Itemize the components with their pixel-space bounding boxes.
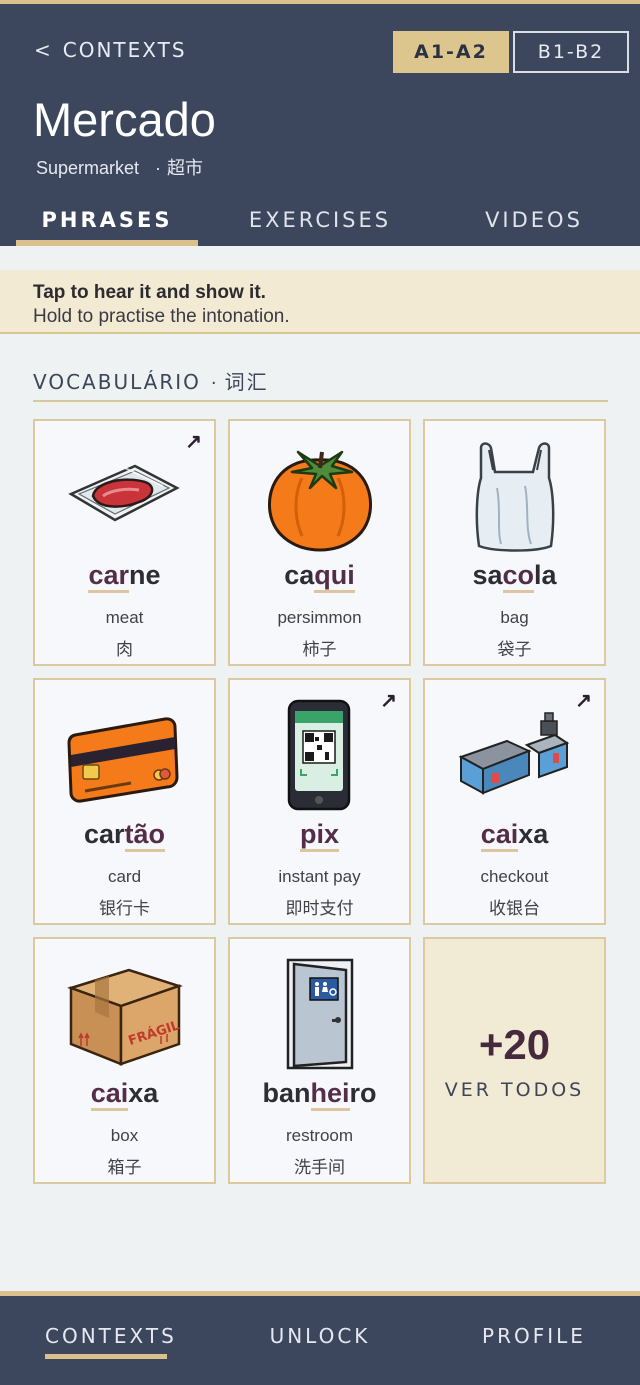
card-translation-zh: 收银台 — [489, 899, 540, 919]
stressed-syllable: hei — [310, 1078, 350, 1111]
nav-contexts[interactable]: CONTEXTS — [45, 1324, 174, 1348]
checkout-counter-icon — [425, 690, 604, 820]
section-title-separator: · — [210, 373, 219, 394]
phone-qr-icon — [230, 690, 409, 820]
card-translation-en: bag — [500, 608, 529, 627]
bottom-nav: CONTEXTS UNLOCK PROFILE — [0, 1291, 640, 1385]
card-translation-en: meat — [105, 608, 144, 627]
level-toggle: A1-A2 B1-B2 — [393, 31, 629, 73]
card-translation-zh: 即时支付 — [285, 899, 354, 919]
plastic-bag-icon — [425, 431, 604, 561]
card-translation-en: persimmon — [277, 608, 362, 627]
restroom-door-icon — [230, 949, 409, 1079]
card-word: pix — [230, 819, 409, 852]
vocab-card-caixa-checkout[interactable]: ↗ caixa checkout 收银台 — [423, 678, 606, 925]
level-a1-a2-button[interactable]: A1-A2 — [393, 31, 509, 73]
page-title: Mercado — [33, 93, 216, 146]
cardboard-box-icon: FRÁGIL — [35, 949, 214, 1079]
level-b1-b2-button[interactable]: B1-B2 — [513, 31, 629, 73]
card-translation-en: box — [110, 1126, 139, 1145]
stressed-syllable: car — [88, 560, 130, 593]
hint-secondary: Hold to practise the intonation. — [33, 306, 290, 327]
see-all-label: VER TODOS — [444, 1079, 585, 1101]
card-word: caqui — [230, 560, 409, 593]
card-translation-zh: 银行卡 — [99, 899, 150, 919]
vocab-card-cartao[interactable]: cartão card 银行卡 — [33, 678, 216, 925]
vocab-card-banheiro[interactable]: banheiro restroom 洗手间 — [228, 937, 411, 1184]
stressed-syllable: cai — [90, 1078, 129, 1111]
card-word: banheiro — [230, 1078, 409, 1111]
card-translation-zh: 箱子 — [107, 1158, 142, 1178]
nav-profile[interactable]: PROFILE — [473, 1324, 595, 1348]
credit-card-icon — [35, 690, 214, 820]
header: < CONTEXTS A1-A2 B1-B2 Mercado Supermark… — [0, 0, 640, 246]
chevron-left-icon: < — [34, 38, 53, 62]
subtitle-separator: · — [155, 158, 162, 178]
card-translation-en: instant pay — [278, 867, 361, 886]
card-word: caixa — [425, 819, 604, 852]
stressed-syllable: co — [502, 560, 535, 593]
card-word: carne — [35, 560, 214, 593]
stressed-syllable: qui — [314, 560, 355, 593]
vocab-card-caixa-box[interactable]: FRÁGIL caixa box 箱子 — [33, 937, 216, 1184]
card-translation-en: checkout — [480, 867, 549, 886]
persimmon-icon — [230, 431, 409, 561]
back-to-contexts-link[interactable]: < CONTEXTS — [34, 38, 187, 62]
more-count: +20 — [478, 1021, 551, 1068]
stressed-syllable: pix — [299, 819, 339, 852]
vocab-card-caqui[interactable]: caqui persimmon 柿子 — [228, 419, 411, 666]
vocab-card-pix[interactable]: ↗ pix instant pay 即时支付 — [228, 678, 411, 925]
card-translation-en: card — [107, 867, 142, 886]
nav-unlock[interactable]: UNLOCK — [259, 1324, 381, 1348]
card-word: sacola — [425, 560, 604, 593]
section-title-pt: VOCABULÁRIO — [33, 370, 201, 394]
back-link-label: CONTEXTS — [62, 38, 187, 62]
card-translation-zh: 柿子 — [302, 640, 337, 660]
vocab-card-sacola[interactable]: sacola bag 袋子 — [423, 419, 606, 666]
stressed-syllable: tão — [124, 819, 166, 852]
card-translation-zh: 洗手间 — [294, 1158, 345, 1178]
hint-banner: Tap to hear it and show it. Hold to prac… — [0, 270, 640, 334]
card-word: cartão — [35, 819, 214, 852]
card-translation-en: restroom — [285, 1126, 354, 1145]
meat-tray-icon — [35, 431, 214, 561]
active-tab-indicator — [16, 240, 198, 246]
stressed-syllable: cai — [480, 819, 519, 852]
hint-primary: Tap to hear it and show it. — [33, 282, 266, 303]
card-word: caixa — [35, 1078, 214, 1111]
section-title-zh: 词汇 — [224, 370, 269, 394]
section-title: VOCABULÁRIO · 词汇 — [33, 366, 269, 395]
section-divider — [33, 400, 608, 402]
see-all-card[interactable]: +20 VER TODOS — [423, 937, 606, 1184]
card-translation-zh: 肉 — [116, 640, 133, 660]
subtitle-chinese: 超市 — [167, 158, 204, 179]
card-translation-zh: 袋子 — [497, 640, 532, 660]
tab-exercises[interactable]: EXERCISES — [229, 202, 411, 250]
vocab-card-carne[interactable]: ↗ carne meat 肉 — [33, 419, 216, 666]
subtitle-english: Supermarket — [36, 158, 140, 178]
page-subtitle: Supermarket · 超市 — [36, 154, 203, 180]
active-nav-indicator — [45, 1354, 167, 1359]
tab-videos[interactable]: VIDEOS — [443, 202, 625, 250]
